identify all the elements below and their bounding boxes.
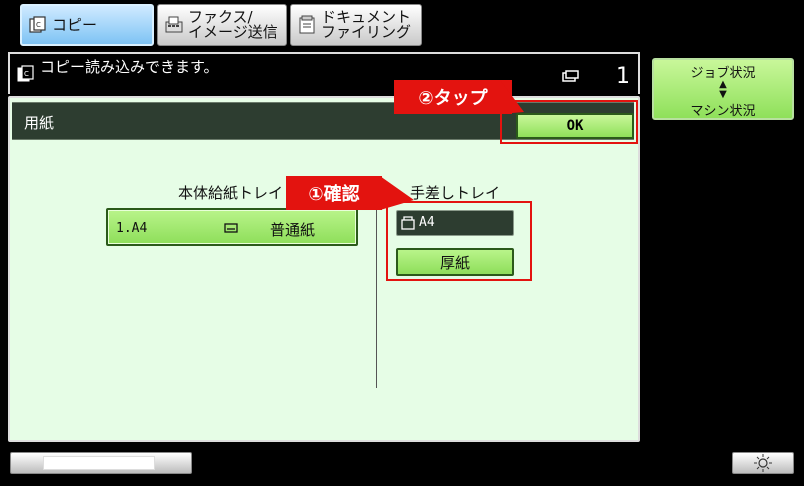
paper-tray-icon [224, 223, 238, 233]
fax-icon [165, 16, 183, 33]
tab-fax-label-line2: イメージ送信 [188, 23, 278, 41]
tap-arrow [500, 80, 524, 114]
svg-text:C: C [24, 70, 29, 78]
scroll-thumb[interactable] [43, 456, 155, 470]
paper-select-panel: 用紙 OK 本体給紙トレイ 1.A4 普通紙 手差しトレイ A4 厚紙 [8, 96, 640, 442]
copies-icon [562, 70, 579, 82]
tab-doc-label-line2: ファイリング [321, 23, 412, 41]
document-filing-icon [299, 15, 315, 34]
svg-text:C: C [36, 21, 41, 29]
tray-id: 1.A4 [116, 221, 148, 236]
copy-mode-icon: C [17, 65, 34, 82]
tab-fax-label: ファクス/ イメージ送信 [188, 10, 278, 40]
brightness-button[interactable] [732, 452, 794, 474]
panel-title: 用紙 [24, 114, 55, 132]
tab-fax-image-send[interactable]: ファクス/ イメージ送信 [157, 4, 287, 46]
machine-status-label: マシン状況 [690, 104, 756, 119]
main-tray-label: 本体給紙トレイ [178, 184, 284, 202]
confirm-annotation: ①確認 [286, 176, 382, 210]
copy-icon: C [29, 16, 46, 33]
confirm-arrow [380, 176, 414, 210]
copies-count: 1 [616, 64, 630, 89]
confirm-highlight-box [386, 201, 532, 281]
bottom-scrollbar[interactable] [10, 452, 192, 474]
tab-document-filing[interactable]: ドキュメント ファイリング [290, 4, 422, 46]
main-tray-paper-type: 普通紙 [270, 221, 316, 239]
main-tray-button[interactable]: 1.A4 普通紙 [106, 208, 358, 246]
message-bar: C コピー読み込みできます。 1 [8, 52, 640, 94]
tab-doc-label: ドキュメント ファイリング [321, 10, 411, 40]
job-status-button[interactable]: ジョブ状況 ▲ ▼ マシン状況 [652, 58, 794, 120]
tap-annotation: ②タップ [394, 80, 512, 114]
tab-copy-label: コピー [52, 15, 98, 34]
up-down-arrows-icon: ▲ ▼ [719, 79, 727, 100]
tab-copy[interactable]: C コピー [20, 4, 154, 46]
status-message: コピー読み込みできます。 [40, 58, 219, 76]
bypass-tray-label: 手差しトレイ [410, 184, 501, 202]
brightness-icon [754, 454, 772, 472]
tray-divider [376, 180, 377, 388]
